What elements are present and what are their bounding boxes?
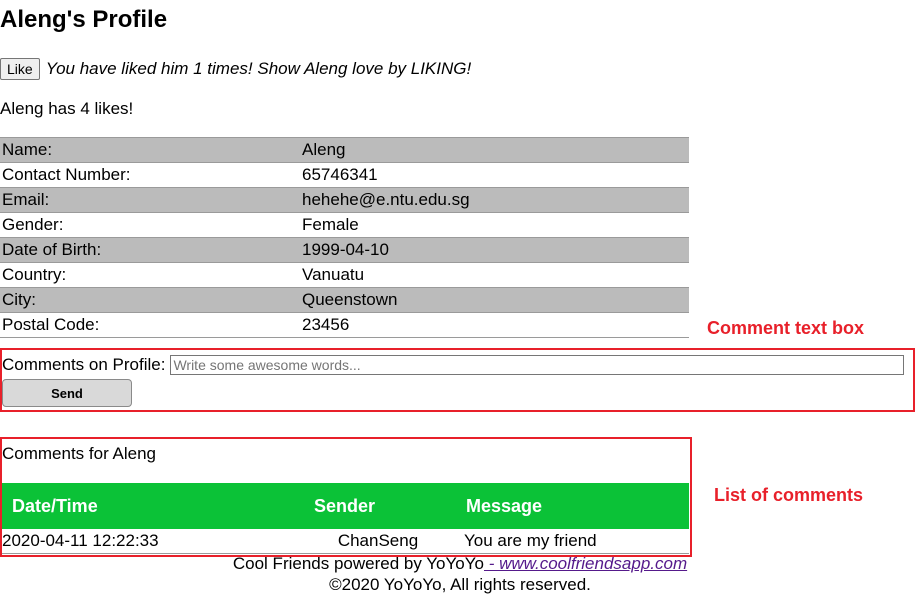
comments-header-row: Date/Time Sender Message bbox=[2, 483, 689, 529]
send-button[interactable]: Send bbox=[2, 379, 132, 407]
comment-datetime: 2020-04-11 12:22:33 bbox=[2, 529, 292, 554]
profile-row-country: Country: Vanuatu bbox=[0, 262, 689, 288]
profile-row-contact: Contact Number: 65746341 bbox=[0, 162, 689, 188]
profile-label: Contact Number: bbox=[0, 162, 300, 188]
comment-message: You are my friend bbox=[464, 529, 689, 554]
profile-value: Queenstown bbox=[300, 287, 689, 313]
like-row: Like You have liked him 1 times! Show Al… bbox=[0, 58, 471, 80]
likes-count: Aleng has 4 likes! bbox=[0, 99, 134, 118]
profile-value: Female bbox=[300, 212, 689, 238]
profile-label: Postal Code: bbox=[0, 312, 300, 338]
profile-label: Name: bbox=[0, 137, 300, 163]
comments-title: Comments for Aleng bbox=[2, 444, 157, 463]
comments-table: Date/Time Sender Message 2020-04-11 12:2… bbox=[2, 483, 689, 554]
profile-row-dob: Date of Birth: 1999-04-10 bbox=[0, 237, 689, 263]
profile-value: Aleng bbox=[300, 137, 689, 163]
table-row: 2020-04-11 12:22:33 ChanSeng You are my … bbox=[2, 529, 689, 554]
column-header-sender: Sender bbox=[292, 483, 464, 529]
column-header-datetime: Date/Time bbox=[2, 483, 292, 529]
profile-value: hehehe@e.ntu.edu.sg bbox=[300, 187, 689, 213]
comment-label: Comments on Profile: bbox=[2, 355, 166, 374]
footer-powered: Cool Friends powered by YoYoYo - www.coo… bbox=[0, 553, 920, 574]
comment-form: Comments on Profile: bbox=[2, 355, 905, 375]
profile-label: Email: bbox=[0, 187, 300, 213]
profile-row-gender: Gender: Female bbox=[0, 212, 689, 238]
comment-sender: ChanSeng bbox=[292, 529, 464, 554]
profile-value: 1999-04-10 bbox=[300, 237, 689, 263]
annotation-comments-list-label: List of comments bbox=[714, 485, 864, 505]
like-button[interactable]: Like bbox=[0, 58, 40, 80]
profile-label: City: bbox=[0, 287, 300, 313]
profile-row-name: Name: Aleng bbox=[0, 137, 689, 163]
footer-copyright: ©2020 YoYoYo, All rights reserved. bbox=[329, 575, 591, 594]
profile-value: 23456 bbox=[300, 312, 689, 338]
profile-row-email: Email: hehehe@e.ntu.edu.sg bbox=[0, 187, 689, 213]
profile-table: Name: Aleng Contact Number: 65746341 Ema… bbox=[0, 137, 689, 338]
profile-label: Country: bbox=[0, 262, 300, 288]
profile-label: Date of Birth: bbox=[0, 237, 300, 263]
profile-row-postal: Postal Code: 23456 bbox=[0, 312, 689, 338]
profile-value: 65746341 bbox=[300, 162, 689, 188]
footer-powered-text: Cool Friends powered by YoYoYo bbox=[232, 554, 484, 573]
page-title: Aleng's Profile bbox=[0, 6, 168, 33]
footer-link[interactable]: - www.coolfriendsapp.com bbox=[484, 554, 687, 573]
footer: Cool Friends powered by YoYoYo - www.coo… bbox=[0, 553, 920, 595]
profile-row-city: City: Queenstown bbox=[0, 287, 689, 313]
like-message: You have liked him 1 times! Show Aleng l… bbox=[45, 59, 472, 78]
annotation-comment-box-label: Comment text box bbox=[707, 318, 865, 338]
profile-label: Gender: bbox=[0, 212, 300, 238]
comment-input[interactable] bbox=[170, 355, 905, 375]
profile-value: Vanuatu bbox=[300, 262, 689, 288]
profile-page: Aleng's Profile Like You have liked him … bbox=[0, 0, 920, 606]
column-header-message: Message bbox=[464, 483, 689, 529]
